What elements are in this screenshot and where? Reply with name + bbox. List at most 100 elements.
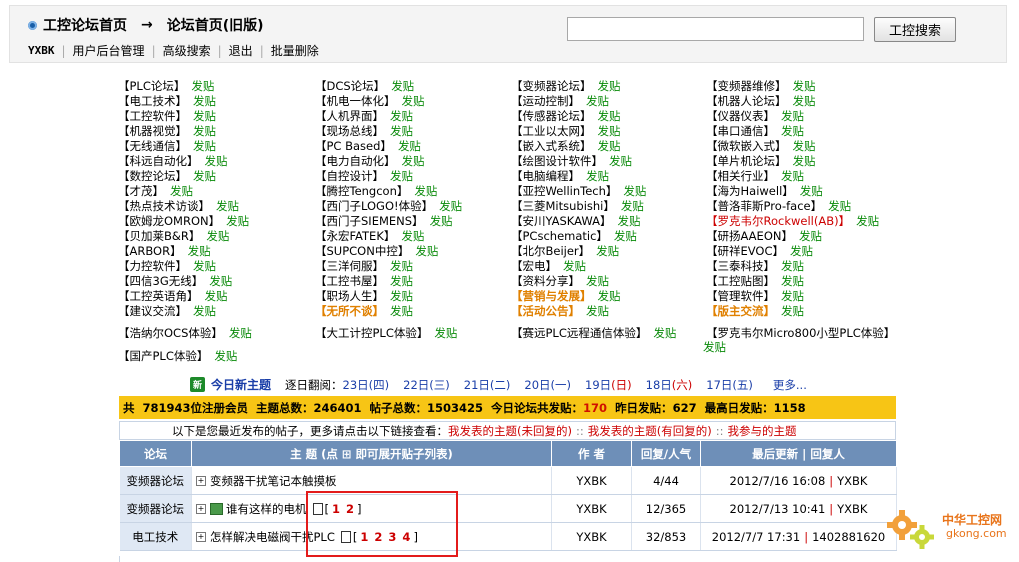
advanced-search-link[interactable]: 高级搜索 [163,42,211,59]
post-link[interactable]: 发贴 [781,124,804,138]
forum-link[interactable]: 【罗克韦尔Micro800小型PLC体验】 [706,326,895,340]
post-link[interactable]: 发贴 [402,154,425,168]
post-link[interactable]: 发贴 [390,124,413,138]
post-link[interactable]: 发贴 [617,214,640,228]
forum-link[interactable]: 【运动控制】 [511,94,580,108]
forum-link[interactable]: 【西门子SIEMENS】 [315,214,424,228]
forum-link[interactable]: 【绘图设计软件】 [511,154,603,168]
post-link[interactable]: 发贴 [598,289,621,303]
expand-icon[interactable]: + [196,476,206,486]
search-button[interactable]: 工控搜索 [874,17,956,42]
post-link[interactable]: 发贴 [596,244,619,258]
forum-link[interactable]: 【版主交流】 [706,304,775,318]
forum-link[interactable]: 【资料分享】 [511,274,580,288]
post-link[interactable]: 发贴 [390,304,413,318]
post-link[interactable]: 发贴 [193,109,216,123]
forum-link[interactable]: 【PLC论坛】 [118,79,185,93]
forum-link[interactable]: 【西门子LOGO!体验】 [315,199,433,213]
post-link[interactable]: 发贴 [193,304,216,318]
logout-link[interactable]: 退出 [229,42,253,59]
post-link[interactable]: 发贴 [781,259,804,273]
forum-link[interactable]: 【欧姆龙OMRON】 [118,214,220,228]
forum-link[interactable]: 【机电一体化】 [315,94,396,108]
expand-icon[interactable]: + [196,532,206,542]
post-link[interactable]: 发贴 [414,184,437,198]
post-link[interactable]: 发贴 [390,274,413,288]
post-link[interactable]: 发贴 [586,304,609,318]
forum-link[interactable]: 【电力自动化】 [315,154,396,168]
post-link[interactable]: 发贴 [781,289,804,303]
post-link[interactable]: 发贴 [193,139,216,153]
forum-link[interactable]: 【变频器论坛】 [511,79,592,93]
post-link[interactable]: 发贴 [586,274,609,288]
day-link[interactable]: 17日(五) [706,378,753,392]
my-replied-topics-link[interactable]: 我发表的主题(有回复的) [588,423,712,439]
forum-link[interactable]: 【仪器仪表】 [706,109,775,123]
post-link[interactable]: 发贴 [390,289,413,303]
post-link[interactable]: 发贴 [586,94,609,108]
day-link[interactable]: 19日(日) [585,378,632,392]
post-link[interactable]: 发贴 [800,184,823,198]
forum-link[interactable]: 【罗克韦尔Rockwell(AB)】 [706,214,850,228]
forum-link[interactable]: 【机器人论坛】 [706,94,787,108]
post-link[interactable]: 发贴 [790,244,813,258]
forum-link[interactable]: 【数控论坛】 [118,169,187,183]
post-link[interactable]: 发贴 [209,274,232,288]
post-link[interactable]: 发贴 [614,229,637,243]
forum-link[interactable]: 【自控设计】 [315,169,384,183]
post-link[interactable]: 发贴 [621,199,644,213]
forum-link[interactable]: 【单片机论坛】 [706,154,787,168]
forum-link[interactable]: 【四信3G无线】 [118,274,203,288]
forum-cell[interactable]: 变频器论坛 [119,494,192,523]
post-link[interactable]: 发贴 [430,214,453,228]
more-link[interactable]: 更多... [773,377,807,393]
replier-link[interactable]: 1402881620 [812,530,885,544]
forum-link[interactable]: 【普洛菲斯Pro-face】 [706,199,822,213]
post-link[interactable]: 发贴 [226,214,249,228]
forum-link[interactable]: 【嵌入式系统】 [511,139,592,153]
forum-link[interactable]: 【工控英语角】 [118,289,199,303]
forum-link[interactable]: 【永宏FATEK】 [315,229,395,243]
search-input[interactable] [567,17,864,41]
author-cell[interactable]: YXBK [551,466,632,495]
forum-link[interactable]: 【变频器维修】 [706,79,787,93]
forum-link[interactable]: 【无线通信】 [118,139,187,153]
forum-link[interactable]: 【职场人生】 [315,289,384,303]
breadcrumb-home-link[interactable]: 工控论坛首页 [43,15,127,35]
topic-link[interactable]: 变频器干扰笔记本触摸板 [210,474,337,488]
replier-link[interactable]: YXBK [837,474,867,488]
forum-link[interactable]: 【大工计控PLC体验】 [315,326,428,340]
forum-link[interactable]: 【赛远PLC远程通信体验】 [511,326,647,340]
post-link[interactable]: 发贴 [390,169,413,183]
forum-link[interactable]: 【贝加莱B&R】 [118,229,200,243]
forum-link[interactable]: 【三洋伺服】 [315,259,384,273]
forum-link[interactable]: 【活动公告】 [511,304,580,318]
forum-link[interactable]: 【亚控WellinTech】 [511,184,617,198]
forum-link[interactable]: 【三泰科技】 [706,259,775,273]
post-link[interactable]: 发贴 [793,94,816,108]
forum-link[interactable]: 【无所不谈】 [315,304,384,318]
post-link[interactable]: 发贴 [799,229,822,243]
post-link[interactable]: 发贴 [623,184,646,198]
forum-link[interactable]: 【ARBOR】 [118,244,182,258]
forum-link[interactable]: 【浩纳尔OCS体验】 [118,326,223,340]
forum-link[interactable]: 【科远自动化】 [118,154,199,168]
post-link[interactable]: 发贴 [439,199,462,213]
post-link[interactable]: 发贴 [586,169,609,183]
forum-link[interactable]: 【才茂】 [118,184,164,198]
post-link[interactable]: 发贴 [434,326,457,340]
post-link[interactable]: 发贴 [193,259,216,273]
post-link[interactable]: 发贴 [781,274,804,288]
forum-link[interactable]: 【建议交流】 [118,304,187,318]
forum-link[interactable]: 【腾控Tengcon】 [315,184,408,198]
forum-link[interactable]: 【相关行业】 [706,169,775,183]
author-cell[interactable]: YXBK [551,522,632,551]
topic-link[interactable]: 谁有这样的电机 [226,502,307,516]
my-participated-topics-link[interactable]: 我参与的主题 [727,423,796,439]
forum-link[interactable]: 【传感器论坛】 [511,109,592,123]
post-link[interactable]: 发贴 [402,94,425,108]
author-cell[interactable]: YXBK [551,494,632,523]
forum-link[interactable]: 【机器视觉】 [118,124,187,138]
post-link[interactable]: 发贴 [390,259,413,273]
forum-link[interactable]: 【海为Haiwell】 [706,184,794,198]
